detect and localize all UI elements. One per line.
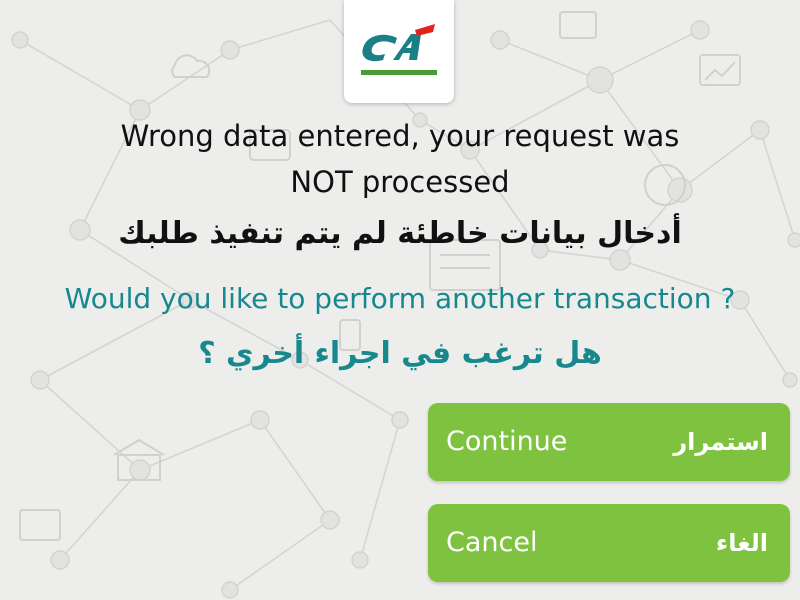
continue-label-arabic: استمرار xyxy=(673,428,768,456)
logo-card xyxy=(344,0,454,103)
cancel-label-arabic: الغاء xyxy=(715,529,768,557)
continue-button[interactable]: Continue استمرار xyxy=(428,403,790,481)
error-message-line1: Wrong data entered, your request was xyxy=(120,119,680,153)
error-message-arabic: أدخال بيانات خاطئة لم يتم تنفيذ طلبك xyxy=(118,216,682,251)
question-arabic: هل ترغب في اجراء أخري ؟ xyxy=(198,336,602,371)
credit-agricole-logo-icon xyxy=(361,24,437,75)
error-message-english: Wrong data entered, your request was NOT… xyxy=(60,113,740,205)
error-message-line2: NOT processed xyxy=(290,165,510,199)
continue-label-english: Continue xyxy=(446,426,568,457)
cancel-label-english: Cancel xyxy=(446,527,538,558)
atm-screen: Wrong data entered, your request was NOT… xyxy=(0,0,800,600)
cancel-button[interactable]: Cancel الغاء xyxy=(428,504,790,582)
question-english: Would you like to perform another transa… xyxy=(64,282,736,315)
